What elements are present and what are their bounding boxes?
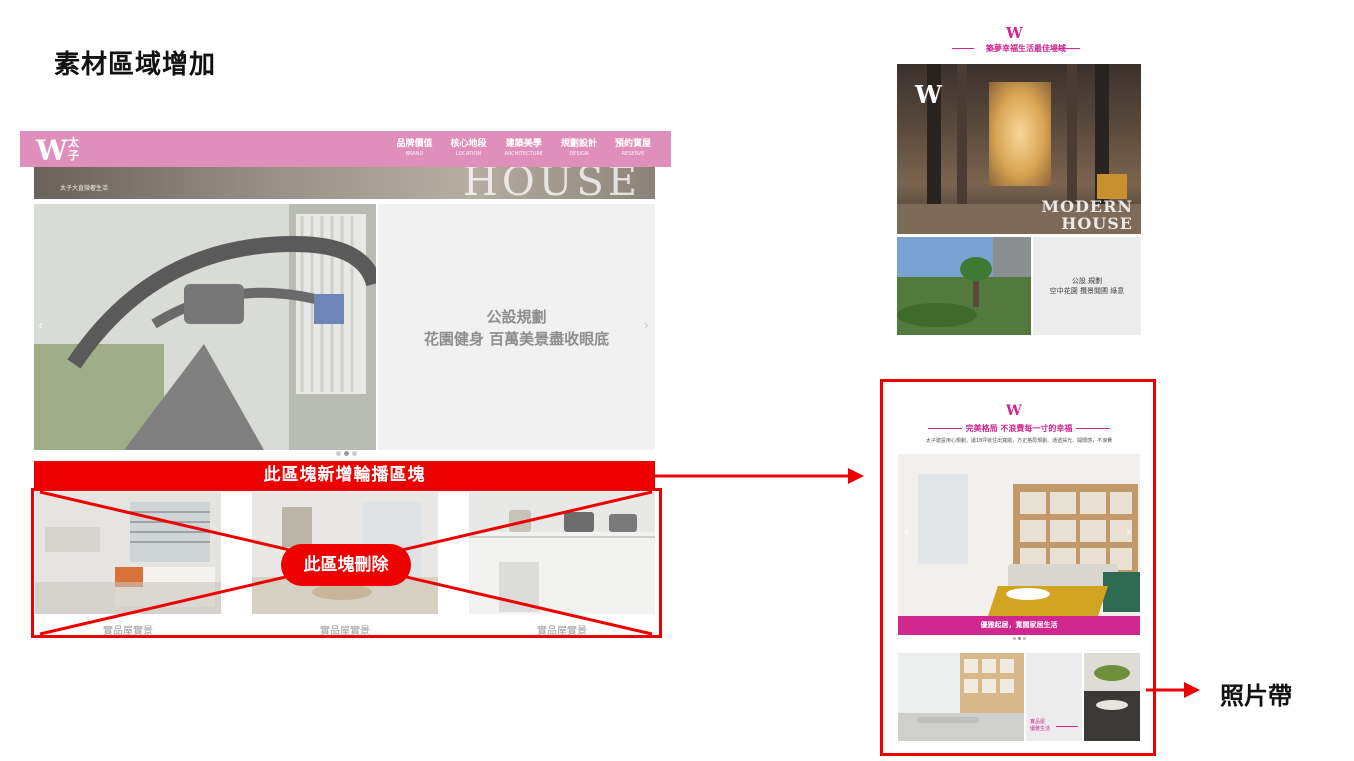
arrow-head-icon (848, 468, 864, 484)
annotation-overlay (39, 468, 1200, 698)
delete-block-label: 此區塊刪除 (281, 544, 411, 586)
arrow-head-icon (1184, 682, 1200, 698)
